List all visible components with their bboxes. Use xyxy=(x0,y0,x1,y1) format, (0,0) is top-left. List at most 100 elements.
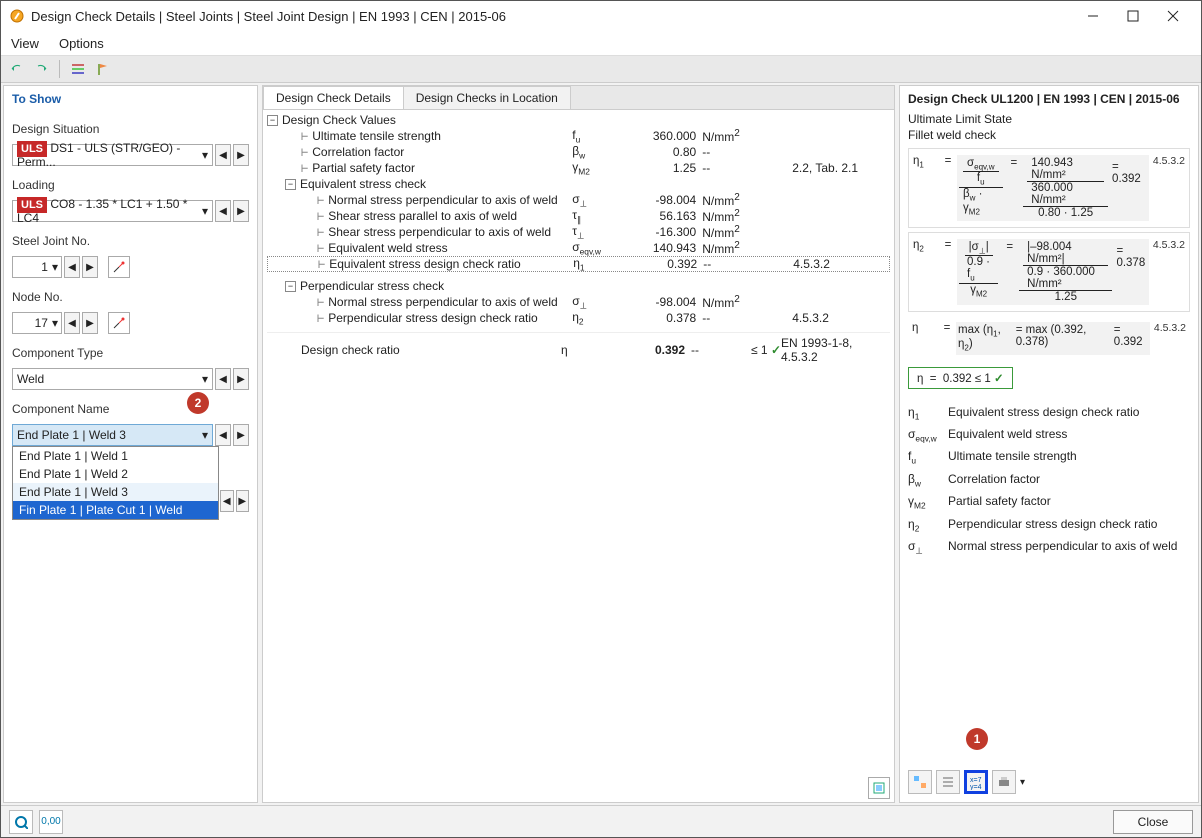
formulas: η1 = σeqv,wfu βw · γM2 = 140.943 N/mm²36… xyxy=(908,144,1190,764)
formula-ref: 4.5.3.2 xyxy=(1149,155,1185,221)
row-unit: N/mm2 xyxy=(702,208,762,224)
component-name-dropdown[interactable]: End Plate 1 | Weld 1 End Plate 1 | Weld … xyxy=(12,446,219,520)
pick-icon[interactable] xyxy=(108,256,130,278)
row-label: Design check ratio xyxy=(301,343,561,357)
sidebar-heading: To Show xyxy=(12,92,249,106)
row-label: Normal stress perpendicular to axis of w… xyxy=(328,295,572,309)
next-button[interactable]: ▶ xyxy=(236,490,250,512)
dropdown-item[interactable]: Fin Plate 1 | Plate Cut 1 | Weld xyxy=(13,501,218,519)
row-symbol: τ∥ xyxy=(572,208,632,224)
steel-joint-combo[interactable]: 1 ▾ xyxy=(12,256,62,278)
legend-desc: Ultimate tensile strength xyxy=(948,449,1190,465)
row-value: 0.392 xyxy=(633,257,703,271)
tool-icon[interactable] xyxy=(936,770,960,794)
right-subtitle: Ultimate Limit State xyxy=(908,112,1190,126)
prev-button[interactable]: ◀ xyxy=(215,144,231,166)
chevron-down-icon: ▾ xyxy=(202,428,208,442)
tool-next-icon[interactable] xyxy=(31,59,51,79)
row-value: 360.000 xyxy=(632,129,702,143)
next-button[interactable]: ▶ xyxy=(82,312,98,334)
collapse-icon[interactable]: − xyxy=(285,281,296,292)
row-value: 1.25 xyxy=(632,161,702,175)
chevron-down-icon: ▾ xyxy=(202,148,208,162)
tool-list-icon[interactable] xyxy=(68,59,88,79)
dropdown-item[interactable]: End Plate 1 | Weld 2 xyxy=(13,465,218,483)
formula-ref: 4.5.3.2 xyxy=(1150,322,1186,355)
prev-button[interactable]: ◀ xyxy=(64,256,80,278)
footer: 0,00 Close xyxy=(1,805,1201,837)
center-footer xyxy=(263,774,894,802)
minimize-button[interactable] xyxy=(1073,2,1113,30)
row-ref: 2.2, Tab. 2.1 xyxy=(792,161,890,175)
next-button[interactable]: ▶ xyxy=(82,256,98,278)
component-type-combo[interactable]: Weld▾ xyxy=(12,368,213,390)
formula-ref: 4.5.3.2 xyxy=(1149,239,1185,305)
row-label: Ultimate tensile strength xyxy=(312,129,572,143)
units-icon[interactable]: 0,00 xyxy=(39,810,63,834)
row-symbol: η1 xyxy=(573,256,633,272)
label-loading: Loading xyxy=(12,178,249,192)
label-design-situation: Design Situation xyxy=(12,122,249,136)
menu-view[interactable]: View xyxy=(11,36,39,51)
app-window: Design Check Details | Steel Joints | St… xyxy=(0,0,1202,838)
formula-eta: η = max (η1, η2) = max (0.392, 0.378) = … xyxy=(908,316,1190,361)
dropdown-item[interactable]: End Plate 1 | Weld 3 xyxy=(13,483,218,501)
row-unit: -- xyxy=(702,311,762,325)
collapse-icon[interactable]: − xyxy=(285,179,296,190)
pick-icon[interactable] xyxy=(108,312,130,334)
collapse-icon[interactable]: − xyxy=(267,115,278,126)
design-situation-combo[interactable]: ULS DS1 - ULS (STR/GEO) - Perm... ▾ xyxy=(12,144,213,166)
help-icon[interactable] xyxy=(9,810,33,834)
prev-button[interactable]: ◀ xyxy=(64,312,80,334)
row-value: 0.392 xyxy=(621,343,691,357)
tool-prev-icon[interactable] xyxy=(7,59,27,79)
menu-options[interactable]: Options xyxy=(59,36,104,51)
next-button[interactable]: ▶ xyxy=(233,200,249,222)
row-value: 56.163 xyxy=(632,209,702,223)
toolbar xyxy=(1,55,1201,83)
prev-button[interactable]: ◀ xyxy=(215,424,231,446)
row-ref: 4.5.3.2 xyxy=(792,311,890,325)
next-button[interactable]: ▶ xyxy=(233,144,249,166)
component-name-combo[interactable]: End Plate 1 | Weld 3▾ xyxy=(12,424,213,446)
loading-combo[interactable]: ULS CO8 - 1.35 * LC1 + 1.50 * LC4 ▾ xyxy=(12,200,213,222)
chevron-down-icon[interactable]: ▾ xyxy=(1020,777,1025,788)
maximize-button[interactable] xyxy=(1113,2,1153,30)
row-unit: N/mm2 xyxy=(702,224,762,240)
tab-design-checks-location[interactable]: Design Checks in Location xyxy=(403,86,571,109)
row-symbol: σ⊥ xyxy=(572,192,632,208)
tool-flag-icon[interactable] xyxy=(92,59,112,79)
right-toolbar: x=7y=4 1 ▾ xyxy=(908,768,1190,796)
tree: −Design Check Values ⊢Ultimate tensile s… xyxy=(263,110,894,774)
app-icon xyxy=(9,8,25,24)
close-button[interactable]: Close xyxy=(1113,810,1193,834)
prev-button[interactable]: ◀ xyxy=(215,200,231,222)
close-window-button[interactable] xyxy=(1153,2,1193,30)
prev-button[interactable]: ◀ xyxy=(215,368,231,390)
next-button[interactable]: ▶ xyxy=(233,424,249,446)
check-icon: ✓ xyxy=(994,373,1004,385)
chevron-down-icon: ▾ xyxy=(202,204,208,218)
tab-design-check-details[interactable]: Design Check Details xyxy=(263,86,404,109)
export-icon[interactable] xyxy=(868,777,890,799)
row-ref: EN 1993-1-8, 4.5.3.2 xyxy=(781,336,890,364)
node-value: 17 xyxy=(35,316,48,330)
node-combo[interactable]: 17 ▾ xyxy=(12,312,62,334)
row-ref: 4.5.3.2 xyxy=(793,257,889,271)
row-symbol: fu xyxy=(572,128,632,144)
label-steel-joint: Steel Joint No. xyxy=(12,234,249,248)
row-label: Correlation factor xyxy=(312,145,572,159)
row-unit: -- xyxy=(702,161,762,175)
tool-icon[interactable] xyxy=(908,770,932,794)
titlebar: Design Check Details | Steel Joints | St… xyxy=(1,1,1201,31)
sidebar: To Show Design Situation ULS DS1 - ULS (… xyxy=(3,85,258,803)
legend-desc: Partial safety factor xyxy=(948,494,1190,510)
print-icon[interactable] xyxy=(992,770,1016,794)
formula-tool-icon[interactable]: x=7y=4 xyxy=(964,770,988,794)
dropdown-item[interactable]: End Plate 1 | Weld 1 xyxy=(13,447,218,465)
next-button[interactable]: ▶ xyxy=(233,368,249,390)
right-subtitle: Fillet weld check xyxy=(908,128,1190,142)
legend-desc: Equivalent stress design check ratio xyxy=(948,405,1190,421)
row-unit: -- xyxy=(702,145,762,159)
prev-button[interactable]: ◀ xyxy=(220,490,234,512)
